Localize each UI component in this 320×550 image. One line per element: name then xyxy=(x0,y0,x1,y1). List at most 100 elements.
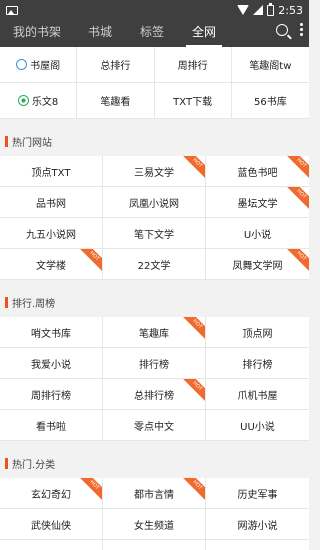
site-label: 凤凰小说网 xyxy=(129,198,179,210)
site-label: 九五小说网 xyxy=(26,229,76,241)
source-grid: 书屋阁 总排行 周排行 笔趣阁tw 乐文8 笔趣看 TXT下载 56书库 xyxy=(0,47,309,119)
section-title: 热门.分类 xyxy=(12,460,56,471)
main-content: 书屋阁 总排行 周排行 笔趣阁tw 乐文8 笔趣看 TXT下载 56书库 热门网站 顶点TXT 三… xyxy=(0,47,309,550)
section-accent-bar xyxy=(5,136,8,147)
source-item[interactable]: 乐文8 xyxy=(0,83,78,119)
site-item[interactable]: 都市言情 HOT xyxy=(103,478,206,509)
site-label: 都市言情 xyxy=(134,489,174,501)
site-label: 零点中文 xyxy=(134,421,174,433)
site-item[interactable]: 历史军事 xyxy=(206,478,309,509)
source-label: 乐文8 xyxy=(31,97,59,108)
tab-label: 书城 xyxy=(87,25,112,39)
site-item[interactable]: 零点中文 xyxy=(103,410,206,441)
source-item[interactable]: TXT下载 xyxy=(154,83,232,119)
site-item[interactable]: 顶点网 xyxy=(206,317,309,348)
site-item[interactable]: 笔趣库 HOT xyxy=(103,317,206,348)
source-label: TXT下载 xyxy=(173,97,213,108)
site-item[interactable]: 墨坛文学 HOT xyxy=(206,187,309,218)
site-label: 我爱小说 xyxy=(31,359,71,371)
source-label: 笔趣看 xyxy=(100,97,131,108)
site-item[interactable]: 凤凰小说网 xyxy=(103,187,206,218)
site-item[interactable]: 排行榜 xyxy=(206,348,309,379)
site-label: 历史军事 xyxy=(237,489,278,501)
section-accent-bar xyxy=(5,458,8,469)
site-item[interactable]: 排行榜 xyxy=(103,348,206,379)
site-item[interactable]: 哨文书库 xyxy=(0,317,103,348)
tab-label: 标签 xyxy=(139,25,164,39)
source-item[interactable]: 书屋阁 xyxy=(0,47,78,83)
source-item[interactable]: 总排行 xyxy=(77,47,155,83)
site-item[interactable]: 武侠仙侠 xyxy=(0,509,103,540)
site-label: 哨文书库 xyxy=(31,328,71,340)
section-grid: 哨文书库 笔趣库 HOT 顶点网我爱小说 排行榜 排行榜周排行榜 总排行榜 HOT 爪机书屋看书… xyxy=(0,317,309,441)
site-label: 女生频道 xyxy=(134,520,174,532)
site-label: 周排行榜 xyxy=(31,390,71,402)
leaf-icon xyxy=(17,95,29,106)
section-header: 排行.周榜 xyxy=(0,288,309,317)
site-label: 品书网 xyxy=(36,198,66,210)
tab-bookshelf[interactable]: 我的书架 xyxy=(0,20,74,47)
site-label: 顶点网 xyxy=(242,328,273,340)
site-item[interactable]: 爪机书屋 xyxy=(206,379,309,410)
site-label: 蓝色书吧 xyxy=(237,167,278,179)
site-label: 笔趣库 xyxy=(139,328,169,340)
site-item[interactable]: U小说 xyxy=(206,218,309,249)
site-item[interactable]: 我爱小说 xyxy=(0,348,103,379)
hot-badge: HOT xyxy=(285,156,309,179)
source-item[interactable]: 笔趣阁tw xyxy=(231,47,309,83)
source-label: 周排行 xyxy=(177,61,208,72)
hot-badge: HOT xyxy=(285,187,309,210)
hot-badge: HOT xyxy=(78,478,102,501)
site-item[interactable]: 三易文学 HOT xyxy=(103,156,206,187)
source-item[interactable]: 56书库 xyxy=(231,83,309,119)
source-item[interactable]: 周排行 xyxy=(154,47,232,83)
site-item[interactable]: 女生频道 xyxy=(103,509,206,540)
site-item[interactable]: 蓝色书吧 HOT xyxy=(206,156,309,187)
hot-badge: HOT xyxy=(78,249,102,272)
hot-badge: HOT xyxy=(285,249,309,272)
tab-tags[interactable]: 标签 xyxy=(126,20,178,47)
site-item[interactable]: 穿越重生 xyxy=(0,540,103,550)
site-item[interactable]: 玄幻奇幻 HOT xyxy=(0,478,103,509)
tab-bookstore[interactable]: 书城 xyxy=(74,20,126,47)
site-item[interactable]: 科幻小说 xyxy=(206,540,309,550)
site-label: 22文学 xyxy=(137,260,171,272)
site-label: 笔下文学 xyxy=(134,229,174,241)
site-item[interactable]: UU小说 xyxy=(206,410,309,441)
tab-label: 我的书架 xyxy=(12,25,61,39)
section-grid: 顶点TXT 三易文学 HOT 蓝色书吧 HOT 品书网 凤凰小说网 墨坛文学 HOT 九五小说网 笔… xyxy=(0,156,309,280)
site-item[interactable]: 品书网 xyxy=(0,187,103,218)
site-label: 网游小说 xyxy=(237,520,278,532)
site-label: 凤舞文学网 xyxy=(232,260,283,272)
source-item[interactable]: 笔趣看 xyxy=(77,83,155,119)
site-item[interactable]: 九五小说网 xyxy=(0,218,103,249)
site-item[interactable]: 周排行榜 xyxy=(0,379,103,410)
site-label: 玄幻奇幻 xyxy=(31,489,71,501)
site-item[interactable]: 22文学 xyxy=(103,249,206,280)
wifi-icon xyxy=(237,5,250,15)
site-item[interactable]: 笔下文学 xyxy=(103,218,206,249)
site-label: 爪机书屋 xyxy=(237,390,278,402)
site-label: 总排行榜 xyxy=(134,390,174,402)
source-label: 56书库 xyxy=(254,97,287,108)
site-item[interactable]: 顶点TXT xyxy=(0,156,103,187)
image-notification-icon xyxy=(6,5,18,15)
section-grid: 玄幻奇幻 HOT 都市言情 HOT 历史军事武侠仙侠 女生频道 网游小说穿越重生灵异推理科幻… xyxy=(0,478,309,550)
web-icon xyxy=(16,59,28,70)
search-icon[interactable] xyxy=(276,23,288,36)
battery-icon xyxy=(267,2,275,16)
section-header: 热门网站 xyxy=(0,127,309,156)
site-item[interactable]: 网游小说 xyxy=(206,509,309,540)
site-label: UU小说 xyxy=(240,421,275,433)
site-item[interactable]: 灵异推理 xyxy=(103,540,206,550)
site-item[interactable]: 总排行榜 HOT xyxy=(103,379,206,410)
site-item[interactable]: 看书啦 xyxy=(0,410,103,441)
source-label: 书屋阁 xyxy=(30,61,61,72)
site-item[interactable]: 凤舞文学网 HOT xyxy=(206,249,309,280)
site-item[interactable]: 文学楼 HOT xyxy=(0,249,103,280)
site-label: 看书啦 xyxy=(36,421,66,433)
signal-icon xyxy=(253,5,264,15)
more-options-icon[interactable] xyxy=(300,23,303,36)
site-label: 排行榜 xyxy=(139,359,169,371)
tab-whole-web[interactable]: 全网 xyxy=(178,20,230,47)
